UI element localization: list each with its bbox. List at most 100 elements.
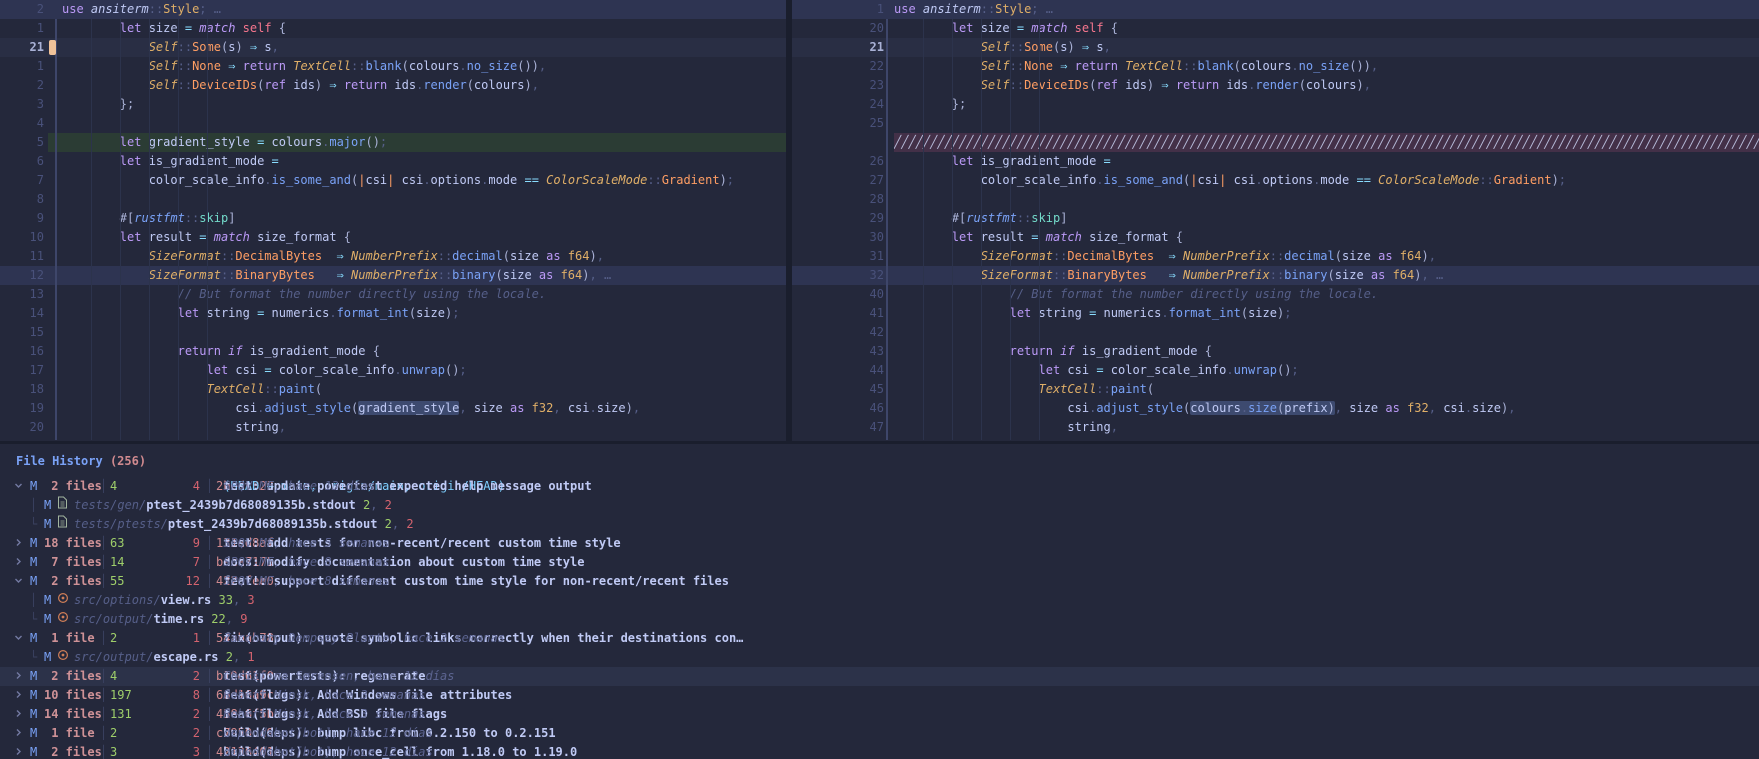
chevron-down-icon[interactable]	[14, 572, 23, 591]
diff-editor-app: 2use ansiterm::Style; …1 let size = matc…	[0, 0, 1759, 759]
commit-file-row[interactable]: │Msrc/options/view.rs 33, 3	[0, 591, 1759, 610]
status-flag: M	[30, 667, 37, 686]
code-line[interactable]: 9 #[rustfmt::skip]	[0, 209, 786, 228]
code-text: #[rustfmt::skip]	[894, 209, 1759, 228]
files-count: 2 files	[44, 667, 102, 686]
code-line[interactable]: 14 let string = numerics.format_int(size…	[0, 304, 786, 323]
code-line[interactable]: 1 let size = match self {	[0, 19, 786, 38]
commit-row[interactable]: M 1 file│21│54abab78 fix(output): quote …	[0, 629, 1759, 648]
code-line[interactable]: 2 Self::DeviceIDs(ref ids) ⇒ return ids.…	[0, 76, 786, 95]
chevron-right-icon[interactable]	[14, 724, 23, 743]
commit-row[interactable]: M 2 files│42│b19d61f0 test(powertests): …	[0, 667, 1759, 686]
code-line[interactable]: 22 Self::None ⇒ return TextCell::blank(c…	[792, 57, 1759, 76]
code-line[interactable]: 19 csi.adjust_style(gradient_style, size…	[0, 399, 786, 418]
code-line[interactable]: 40 // But format the number directly usi…	[792, 285, 1759, 304]
code-line[interactable]: 45 TextCell::paint(	[792, 380, 1759, 399]
code-token: Gradient	[1494, 173, 1552, 187]
code-token: ⇒	[221, 59, 235, 73]
code-line[interactable]: 24 };	[792, 95, 1759, 114]
commit-file-row[interactable]: └Mtests/ptests/ptest_2439b7d68089135b.st…	[0, 515, 1759, 534]
code-token: .	[1226, 363, 1233, 377]
commit-row[interactable]: M 2 files│44│2bedc823 (HEAD → main, orig…	[0, 477, 1759, 496]
commit-row[interactable]: M 1 file│22│c7950dc9 build(deps): bump l…	[0, 724, 1759, 743]
code-token: DeviceIDs	[1024, 78, 1089, 92]
code-token: ::	[1096, 382, 1110, 396]
code-token	[62, 268, 149, 282]
code-line[interactable]: 3 };	[0, 95, 786, 114]
code-line[interactable]: 10 let result = match size_format {	[0, 228, 786, 247]
chevron-down-icon[interactable]	[14, 477, 23, 496]
chevron-right-icon[interactable]	[14, 705, 23, 724]
code-token: ⇒	[1154, 249, 1176, 263]
file-path: src/output/time.rs 22, 9	[74, 610, 247, 629]
code-line[interactable]: 30 let result = match size_format {	[792, 228, 1759, 247]
code-line[interactable]: 23 Self::DeviceIDs(ref ids) ⇒ return ids…	[792, 76, 1759, 95]
commit-row[interactable]: M18 files│639│131ad8af test: add tests f…	[0, 534, 1759, 553]
code-line[interactable]: 27 color_scale_info.is_some_and(|csi| cs…	[792, 171, 1759, 190]
commit-row[interactable]: M14 files│1312│458a6f5b feat(flags): Add…	[0, 705, 1759, 724]
code-line[interactable]: 32 SizeFormat::BinaryBytes ⇒ NumberPrefi…	[792, 266, 1759, 285]
code-line[interactable]: 5 let gradient_style = colours.major();	[0, 133, 786, 152]
file-history-count: (256)	[110, 454, 146, 468]
code-line[interactable]: 16 return if is_gradient_mode {	[0, 342, 786, 361]
code-token: {	[272, 21, 286, 35]
code-line[interactable]: 13 // But format the number directly usi…	[0, 285, 786, 304]
code-line[interactable]: 29 #[rustfmt::skip]	[792, 209, 1759, 228]
chevron-right-icon[interactable]	[14, 534, 23, 553]
code-line[interactable]: 46 csi.adjust_style(colours.size(prefix)…	[792, 399, 1759, 418]
code-line[interactable]: 8	[0, 190, 786, 209]
files-count: 18 files	[44, 534, 102, 553]
chevron-right-icon[interactable]	[14, 686, 23, 705]
commit-file-row[interactable]: │Mtests/gen/ptest_2439b7d68089135b.stdou…	[0, 496, 1759, 515]
code-line[interactable]: 4	[0, 114, 786, 133]
code-line[interactable]: 1 Self::None ⇒ return TextCell::blank(co…	[0, 57, 786, 76]
chevron-right-icon[interactable]	[14, 553, 23, 572]
commit-row[interactable]: M10 files│1978│66d16a9c feat(flags): Add…	[0, 686, 1759, 705]
code-line[interactable]: 41 let string = numerics.format_int(size…	[792, 304, 1759, 323]
diff-pane-right[interactable]: 1use ansiterm::Style; …20 let size = mat…	[792, 0, 1759, 441]
deletions-count: 4	[158, 477, 200, 496]
code-line[interactable]: 12 SizeFormat::BinaryBytes ⇒ NumberPrefi…	[0, 266, 786, 285]
commit-file-row[interactable]: └Msrc/output/time.rs 22, 9	[0, 610, 1759, 629]
code-line[interactable]: 18 TextCell::paint(	[0, 380, 786, 399]
code-line[interactable]: 21 Self::Some(s) ⇒ s,	[0, 38, 786, 57]
code-token: csi	[561, 401, 590, 415]
commit-row[interactable]: M 2 files│5512│422efee0 feat!: support d…	[0, 572, 1759, 591]
file-history-panel[interactable]: File History (256) M 2 files│44│2bedc823…	[0, 444, 1759, 759]
code-token: color_scale_info	[894, 173, 1096, 187]
code-line[interactable]: 43 return if is_gradient_mode {	[792, 342, 1759, 361]
commit-row[interactable]: M 7 files│147│baca7175 docs: modify docu…	[0, 553, 1759, 572]
code-token: (	[409, 306, 416, 320]
code-line[interactable]: 44 let csi = color_scale_info.unwrap();	[792, 361, 1759, 380]
code-line[interactable]: 7 color_scale_info.is_some_and(|csi| csi…	[0, 171, 786, 190]
diff-pane-left[interactable]: 2use ansiterm::Style; …1 let size = matc…	[0, 0, 786, 441]
commit-row[interactable]: M 2 files│33│42136401 build(deps): bump …	[0, 743, 1759, 759]
chevron-right-icon[interactable]	[14, 667, 23, 686]
code-line[interactable]: 31 SizeFormat::DecimalBytes ⇒ NumberPref…	[792, 247, 1759, 266]
code-token: f32	[1400, 401, 1429, 415]
deleted-lines-filler-row[interactable]: ╱╱╱╱╱╱╱╱╱╱╱╱╱╱╱╱╱╱╱╱╱╱╱╱╱╱╱╱╱╱╱╱╱╱╱╱╱╱╱╱…	[792, 133, 1759, 152]
code-token	[62, 249, 149, 263]
code-line[interactable]: 42	[792, 323, 1759, 342]
code-line[interactable]: 15	[0, 323, 786, 342]
code-line[interactable]: 11 SizeFormat::DecimalBytes ⇒ NumberPref…	[0, 247, 786, 266]
commit-file-row[interactable]: └Msrc/output/escape.rs 2, 1	[0, 648, 1759, 667]
code-line[interactable]: 6 let is_gradient_mode =	[0, 152, 786, 171]
code-line[interactable]: 25	[792, 114, 1759, 133]
code-line[interactable]: 26 let is_gradient_mode =	[792, 152, 1759, 171]
chevron-right-icon[interactable]	[14, 743, 23, 759]
code-line[interactable]: 47 string,	[792, 418, 1759, 437]
code-token: ::	[438, 268, 452, 282]
code-line[interactable]: 21 Self::Some(s) ⇒ s,	[792, 38, 1759, 57]
code-line[interactable]: 1use ansiterm::Style; …	[792, 0, 1759, 19]
code-line[interactable]: 2use ansiterm::Style; …	[0, 0, 786, 19]
indent-guide	[923, 19, 924, 440]
gutter-spacer	[44, 171, 62, 190]
chevron-down-icon[interactable]	[14, 629, 23, 648]
status-flag: M	[30, 705, 37, 724]
code-line[interactable]: 17 let csi = color_scale_info.unwrap();	[0, 361, 786, 380]
code-line[interactable]: 20 let size = match self {	[792, 19, 1759, 38]
code-line[interactable]: 28	[792, 190, 1759, 209]
code-line[interactable]: 20 string,	[0, 418, 786, 437]
status-flag: M	[30, 553, 37, 572]
